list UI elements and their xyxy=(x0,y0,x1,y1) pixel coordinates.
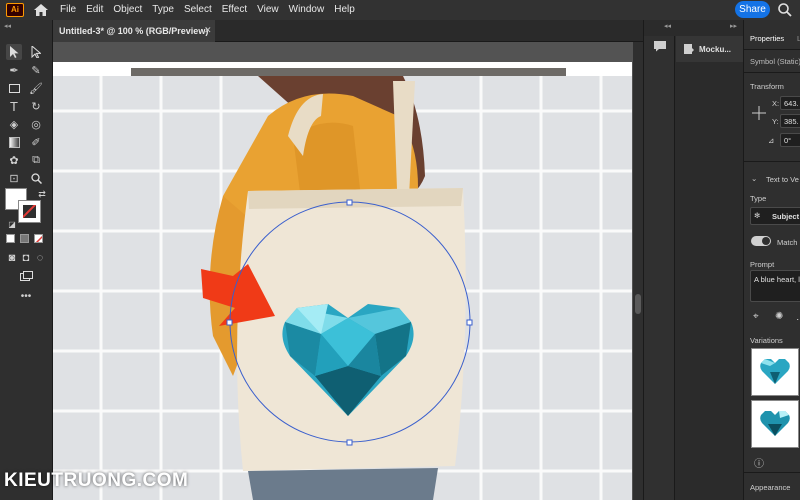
eyedropper-tool-icon[interactable]: ✐ xyxy=(28,134,44,150)
expand-right-icon[interactable]: ▸▸ xyxy=(730,22,737,30)
menu-window[interactable]: Window xyxy=(289,0,325,20)
swap-colors-icon[interactable]: ⇄ xyxy=(34,186,50,202)
gradient-mode-icon[interactable] xyxy=(20,234,29,243)
menu-effect[interactable]: Effect xyxy=(222,0,247,20)
menu-select[interactable]: Select xyxy=(184,0,212,20)
close-tab-icon[interactable]: ✕ xyxy=(204,25,212,36)
canvas[interactable] xyxy=(53,42,643,500)
heart-variation-icon xyxy=(760,359,790,384)
type-tool-icon[interactable]: T xyxy=(6,98,22,114)
symbol-sprayer-tool-icon[interactable]: ✿ xyxy=(6,152,22,168)
heart-variation-icon xyxy=(760,411,790,436)
reference-point-icon[interactable] xyxy=(752,106,766,120)
variation-thumbnail-2[interactable] xyxy=(751,400,799,448)
main-menu: File Edit Object Type Select Effect View… xyxy=(60,0,365,20)
angle-value: 0° xyxy=(784,136,792,145)
rotate-tool-icon[interactable]: ↻ xyxy=(28,98,44,114)
properties-panel: Properties L Symbol (Static) Transform X… xyxy=(743,20,800,500)
type-label: Type xyxy=(750,194,767,203)
mockup-panel-label: Mocku... xyxy=(699,44,732,54)
direct-selection-tool-icon[interactable] xyxy=(28,44,44,60)
divider xyxy=(744,72,800,73)
subject-icon: ✻ xyxy=(754,211,761,220)
rectangle-tool-icon[interactable] xyxy=(6,80,22,96)
comments-icon[interactable] xyxy=(653,40,667,52)
collapse-left-icon[interactable]: ◂◂ xyxy=(664,22,671,30)
mockup-photo[interactable] xyxy=(53,76,632,500)
scrollbar-thumb[interactable] xyxy=(635,294,641,314)
collapse-panel-icon[interactable]: ◂◂ xyxy=(4,22,11,30)
tools-panel: ◂◂ ✒ ✎ 🖌 T ↻ ◈ ◎ ✐ ✿ ⧉ ⊡ ⇄ ◪ ◙ ◘ ◌ ••• xyxy=(0,20,53,500)
match-toggle[interactable] xyxy=(751,236,771,246)
appearance-label: Appearance xyxy=(750,483,791,492)
share-button[interactable]: Share xyxy=(735,1,770,18)
y-label: Y: xyxy=(772,117,779,126)
warp-tool-icon[interactable]: ◎ xyxy=(28,116,44,132)
chevron-down-icon[interactable]: ⌄ xyxy=(751,174,757,183)
none-mode-icon[interactable] xyxy=(34,234,43,243)
style-pick-icon[interactable]: ⌖ xyxy=(753,311,759,322)
divider xyxy=(744,472,800,473)
menu-bar: Ai File Edit Object Type Select Effect V… xyxy=(0,0,800,20)
gradient-tool-icon[interactable] xyxy=(6,134,22,150)
properties-tabs: Properties L xyxy=(744,30,800,50)
panel-icons-strip xyxy=(644,36,675,500)
document-tab-title: Untitled-3* @ 100 % (RGB/Preview) xyxy=(59,26,209,36)
x-label: X: xyxy=(772,99,780,108)
pen-tool-icon[interactable]: ✒ xyxy=(6,62,22,78)
menu-file[interactable]: File xyxy=(60,0,76,20)
watermark-text: KIEUTRUONG.COM xyxy=(4,470,189,491)
type-value: Subject xyxy=(772,212,800,221)
prompt-label: Prompt xyxy=(750,260,775,269)
x-value: 643. xyxy=(784,99,799,108)
photo-edge xyxy=(131,68,566,76)
home-icon[interactable] xyxy=(33,3,49,17)
variation-thumbnail-1[interactable] xyxy=(751,348,799,396)
screen-mode-icon[interactable] xyxy=(18,268,34,284)
color-mode-icon[interactable] xyxy=(6,234,15,243)
divider xyxy=(744,161,800,162)
vertical-scrollbar[interactable] xyxy=(633,42,643,500)
mockup-panel-tab[interactable]: Mocku... xyxy=(676,36,744,62)
more-tools-icon[interactable]: ••• xyxy=(18,288,34,304)
eraser-tool-icon[interactable]: ◈ xyxy=(6,116,22,132)
collapsed-panels: ◂◂ ▸▸ Mocku... xyxy=(643,20,744,500)
draw-inside-icon[interactable]: ◌ xyxy=(32,250,48,266)
text-to-vector-heading: Text to Ve xyxy=(766,175,799,184)
document-tab[interactable]: Untitled-3* @ 100 % (RGB/Preview) ✕ xyxy=(53,20,215,42)
mockup-scene xyxy=(53,76,632,500)
info-icon[interactable]: ⓘ xyxy=(754,455,764,470)
menu-type[interactable]: Type xyxy=(152,0,174,20)
selection-tool-icon[interactable] xyxy=(6,44,22,60)
search-icon[interactable] xyxy=(777,2,793,18)
y-value: 385. xyxy=(784,117,799,126)
prompt-value: A blue heart, l xyxy=(754,275,800,284)
app-logo: Ai xyxy=(6,3,24,17)
stroke-color-swatch[interactable] xyxy=(18,200,41,223)
shape-builder-tool-icon[interactable]: ⧉ xyxy=(28,152,44,168)
match-label: Match xyxy=(777,238,798,247)
mockup-icon xyxy=(684,44,694,54)
tab-properties[interactable]: Properties xyxy=(750,34,784,43)
transform-heading: Transform xyxy=(750,82,784,91)
menu-help[interactable]: Help xyxy=(334,0,355,20)
more-options-icon[interactable]: ⋰ xyxy=(796,311,800,322)
menu-edit[interactable]: Edit xyxy=(86,0,103,20)
effects-icon[interactable]: ✺ xyxy=(775,311,783,322)
selection-type: Symbol (Static) xyxy=(750,57,800,66)
variations-label: Variations xyxy=(750,336,783,345)
document-tab-bar: Untitled-3* @ 100 % (RGB/Preview) ✕ xyxy=(53,20,643,42)
paintbrush-tool-icon[interactable]: 🖌 xyxy=(28,80,44,96)
default-colors-icon[interactable]: ◪ xyxy=(4,216,20,232)
menu-view[interactable]: View xyxy=(257,0,279,20)
curvature-tool-icon[interactable]: ✎ xyxy=(28,62,44,78)
zoom-tool-icon[interactable] xyxy=(28,170,44,186)
menu-object[interactable]: Object xyxy=(113,0,142,20)
rotate-angle-icon[interactable]: ⊿ xyxy=(768,136,774,145)
artboard-tool-icon[interactable]: ⊡ xyxy=(6,170,22,186)
